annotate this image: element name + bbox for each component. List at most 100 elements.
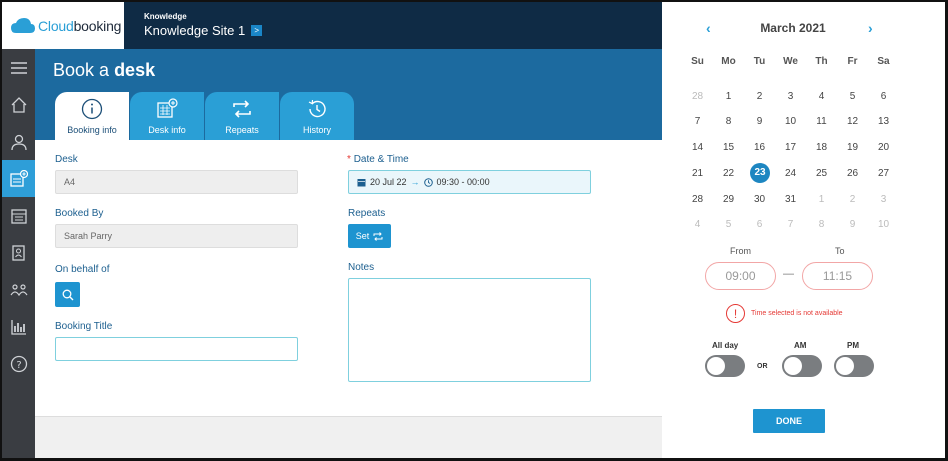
- pm-toggle[interactable]: [834, 355, 874, 377]
- calendar-day[interactable]: 8: [806, 219, 837, 230]
- calendar-day[interactable]: 4: [806, 91, 837, 102]
- done-button[interactable]: DONE: [753, 409, 825, 433]
- all-day-toggle[interactable]: [705, 355, 745, 377]
- am-toggle[interactable]: [782, 355, 822, 377]
- calendar-day[interactable]: 27: [868, 168, 899, 179]
- date-picker-panel: ‹ March 2021 › Su Mo Tu We Th Fr Sa 28 1 2 3 4 5 6 7 8…: [662, 2, 945, 458]
- calendar-day[interactable]: 10: [775, 116, 806, 127]
- set-label: Set: [355, 231, 370, 241]
- am-label: AM: [794, 341, 807, 350]
- logo[interactable]: Cloudbooking: [2, 2, 124, 49]
- desk-field: A4: [55, 170, 298, 194]
- cloud-logo-icon: [11, 17, 35, 33]
- calendar-day[interactable]: 12: [837, 116, 868, 127]
- calendar-day[interactable]: 8: [713, 116, 744, 127]
- calendar-day[interactable]: 10: [868, 219, 899, 230]
- booking-title-input[interactable]: [55, 337, 298, 361]
- desk-info-icon: [157, 98, 178, 118]
- search-icon: [62, 289, 73, 300]
- sidebar-item-help[interactable]: ?: [2, 345, 35, 382]
- or-label: OR: [757, 363, 768, 370]
- sidebar-item-profile[interactable]: [2, 123, 35, 160]
- tab-booking-info[interactable]: Booking info: [55, 92, 129, 140]
- menu-button[interactable]: [2, 49, 35, 86]
- calendar-day[interactable]: 19: [837, 142, 868, 153]
- calendar-day[interactable]: 1: [806, 194, 837, 205]
- sidebar: ?: [2, 49, 35, 458]
- calendar-day[interactable]: 6: [744, 219, 775, 230]
- on-behalf-label: On behalf of: [55, 264, 110, 275]
- calendar-day[interactable]: 5: [837, 91, 868, 102]
- sidebar-item-home[interactable]: [2, 86, 35, 123]
- from-time-input[interactable]: 09:00: [705, 262, 776, 290]
- set-repeats-button[interactable]: Set: [348, 224, 391, 248]
- site-selector[interactable]: Knowledge Site 1 >: [144, 23, 263, 38]
- booking-form: Desk A4 Booked By Sarah Parry On behalf …: [35, 140, 662, 418]
- calendar-day[interactable]: 9: [837, 219, 868, 230]
- calendar-day[interactable]: 28: [682, 194, 713, 205]
- datetime-label-wrap: * Date & Time: [347, 154, 409, 165]
- clock-icon: [423, 177, 433, 187]
- calendar-day[interactable]: 7: [682, 116, 713, 127]
- tab-desk-info[interactable]: Desk info: [130, 92, 204, 140]
- calendar-day[interactable]: 28: [682, 91, 713, 102]
- sidebar-item-people[interactable]: [2, 271, 35, 308]
- calendar-day[interactable]: 1: [713, 91, 744, 102]
- page-header: Book a desk Booking info Desk info Repea…: [35, 49, 662, 140]
- calendar-day[interactable]: 13: [868, 116, 899, 127]
- calendar-day[interactable]: 17: [775, 142, 806, 153]
- calendar-day[interactable]: 5: [713, 219, 744, 230]
- sidebar-item-reports[interactable]: [2, 308, 35, 345]
- top-bar: Knowledge Knowledge Site 1 >: [124, 2, 662, 49]
- calendar-day[interactable]: 21: [682, 168, 713, 179]
- notes-textarea[interactable]: [348, 278, 591, 382]
- calendar-day[interactable]: 2: [744, 91, 775, 102]
- from-label: From: [730, 246, 751, 256]
- booked-by-label: Booked By: [55, 208, 104, 219]
- datetime-field[interactable]: 20 Jul 22 → 09:30 - 00:00: [348, 170, 591, 194]
- datetime-label: Date & Time: [353, 154, 409, 165]
- arrow-right-icon: →: [410, 177, 420, 187]
- calendar-day[interactable]: 31: [775, 194, 806, 205]
- tab-history[interactable]: History: [280, 92, 354, 140]
- calendar-day[interactable]: 9: [744, 116, 775, 127]
- calendar-day[interactable]: 15: [713, 142, 744, 153]
- calendar-day[interactable]: 22: [713, 168, 744, 179]
- sidebar-item-visitors[interactable]: [2, 234, 35, 271]
- calendar-day[interactable]: 11: [806, 116, 837, 127]
- calendar-day[interactable]: 20: [868, 142, 899, 153]
- reports-icon: [10, 319, 26, 335]
- calendar-day[interactable]: 3: [775, 91, 806, 102]
- desk-label: Desk: [55, 154, 78, 165]
- calendar-day[interactable]: 18: [806, 142, 837, 153]
- calendar-day[interactable]: 4: [682, 219, 713, 230]
- booked-by-field: Sarah Parry: [55, 224, 298, 248]
- sidebar-item-book-desk[interactable]: [2, 160, 35, 197]
- next-month-button[interactable]: ›: [868, 20, 873, 36]
- tab-repeats[interactable]: Repeats: [205, 92, 279, 140]
- calendar-day[interactable]: 24: [775, 168, 806, 179]
- to-time-input[interactable]: 11:15: [802, 262, 873, 290]
- calendar-day[interactable]: 26: [837, 168, 868, 179]
- user-icon: [10, 134, 27, 150]
- footer-area: [35, 416, 662, 458]
- calendar-day[interactable]: 6: [868, 91, 899, 102]
- calendar-day[interactable]: 2: [837, 194, 868, 205]
- error-text: Time selected is not available: [751, 310, 843, 317]
- day-of-week-label: Fr: [847, 56, 858, 67]
- sidebar-item-calendar[interactable]: [2, 197, 35, 234]
- calendar-day[interactable]: 30: [744, 194, 775, 205]
- desk-booking-icon: [9, 169, 28, 187]
- calendar-day[interactable]: 25: [806, 168, 837, 179]
- pm-label: PM: [847, 341, 859, 350]
- calendar-day[interactable]: 29: [713, 194, 744, 205]
- date-value: 20 Jul 22: [370, 177, 407, 187]
- calendar-day[interactable]: 7: [775, 219, 806, 230]
- site-arrow-icon[interactable]: >: [251, 25, 263, 36]
- day-of-week-label: Su: [691, 56, 704, 67]
- calendar-day[interactable]: 16: [744, 142, 775, 153]
- calendar-day[interactable]: 14: [682, 142, 713, 153]
- calendar-day-selected[interactable]: 23: [750, 163, 770, 183]
- on-behalf-search-button[interactable]: [55, 282, 80, 307]
- calendar-day[interactable]: 3: [868, 194, 899, 205]
